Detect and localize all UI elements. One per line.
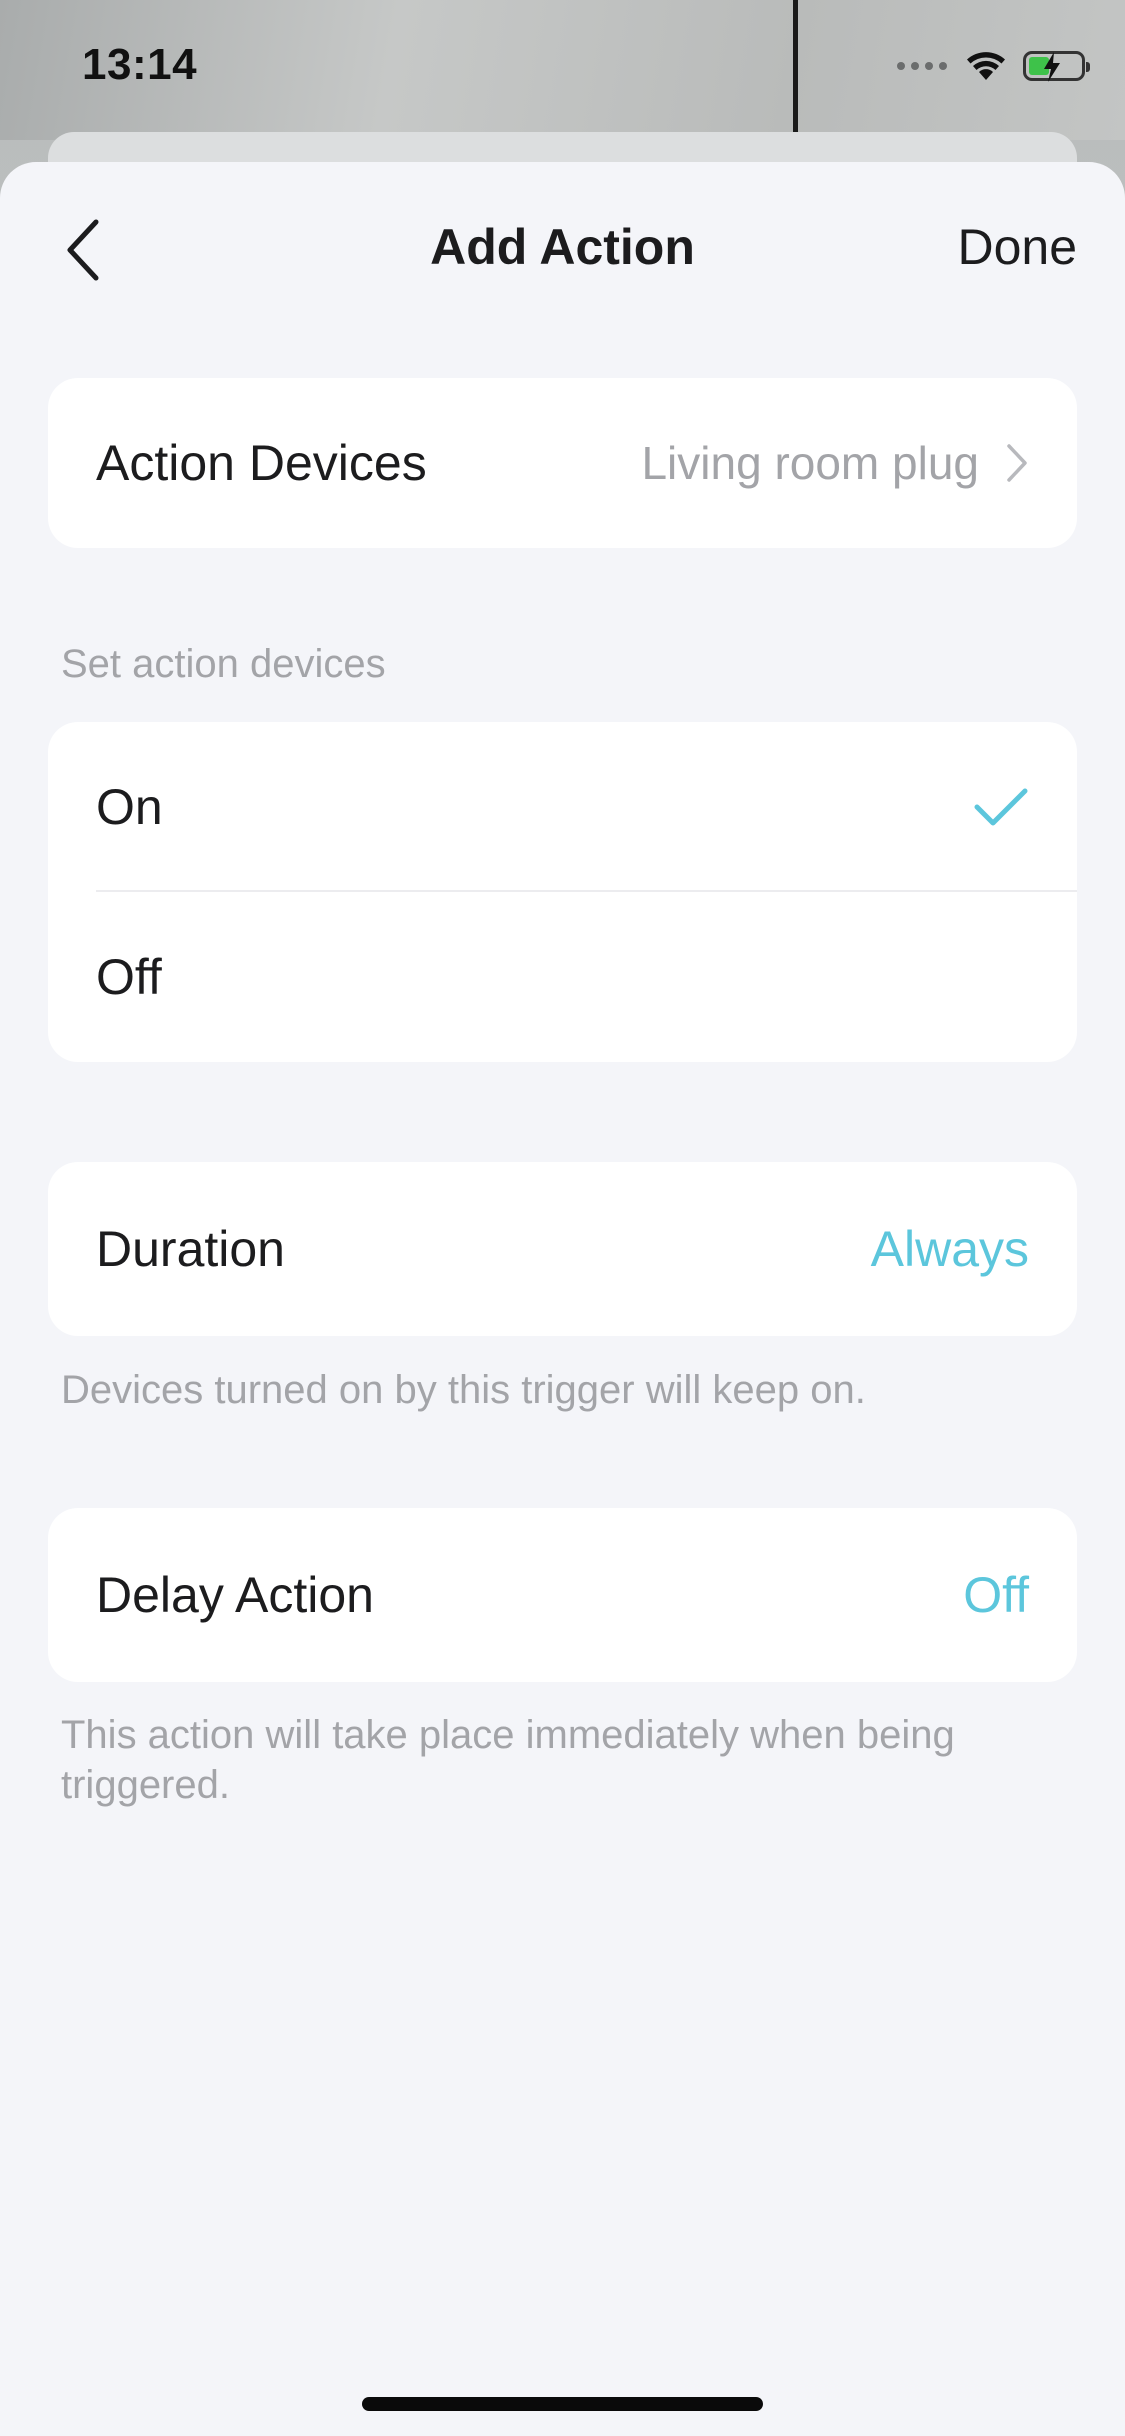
modal-sheet: Add Action Done Action Devices Living ro… — [0, 162, 1125, 2436]
delay-action-card: Delay Action Off — [48, 1508, 1077, 1682]
option-on-row[interactable]: On — [48, 722, 1077, 892]
navigation-bar: Add Action Done — [0, 162, 1125, 332]
battery-charging-icon — [1023, 51, 1090, 82]
duration-card: Duration Always — [48, 1162, 1077, 1336]
option-off-row[interactable]: Off — [48, 892, 1077, 1062]
wifi-icon — [967, 52, 1005, 80]
chevron-right-icon — [1005, 442, 1029, 484]
duration-label: Duration — [96, 1221, 285, 1277]
duration-note: Devices turned on by this trigger will k… — [61, 1368, 866, 1412]
page-title: Add Action — [430, 219, 695, 275]
delay-action-label: Delay Action — [96, 1567, 374, 1623]
background-pole — [793, 0, 798, 135]
home-indicator — [362, 2397, 763, 2411]
done-button[interactable]: Done — [957, 218, 1077, 276]
action-devices-value: Living room plug — [641, 437, 979, 489]
on-off-card: On Off — [48, 722, 1077, 1062]
action-devices-card: Action Devices Living room plug — [48, 378, 1077, 548]
option-on-label: On — [96, 779, 163, 835]
set-action-section-header: Set action devices — [61, 642, 386, 686]
action-devices-label: Action Devices — [96, 435, 427, 491]
delay-action-row[interactable]: Delay Action Off — [48, 1508, 1077, 1682]
delay-action-note: This action will take place immediately … — [61, 1713, 955, 1807]
status-icons — [897, 50, 1090, 82]
action-devices-row[interactable]: Action Devices Living room plug — [48, 378, 1077, 548]
option-off-label: Off — [96, 949, 162, 1005]
delay-action-value: Off — [963, 1567, 1029, 1623]
status-time: 13:14 — [82, 40, 198, 89]
duration-row[interactable]: Duration Always — [48, 1162, 1077, 1336]
duration-value: Always — [870, 1221, 1029, 1277]
checkmark-icon — [973, 785, 1029, 829]
status-bar: 13:14 — [0, 0, 1125, 140]
cellular-signal-icon — [897, 62, 947, 70]
